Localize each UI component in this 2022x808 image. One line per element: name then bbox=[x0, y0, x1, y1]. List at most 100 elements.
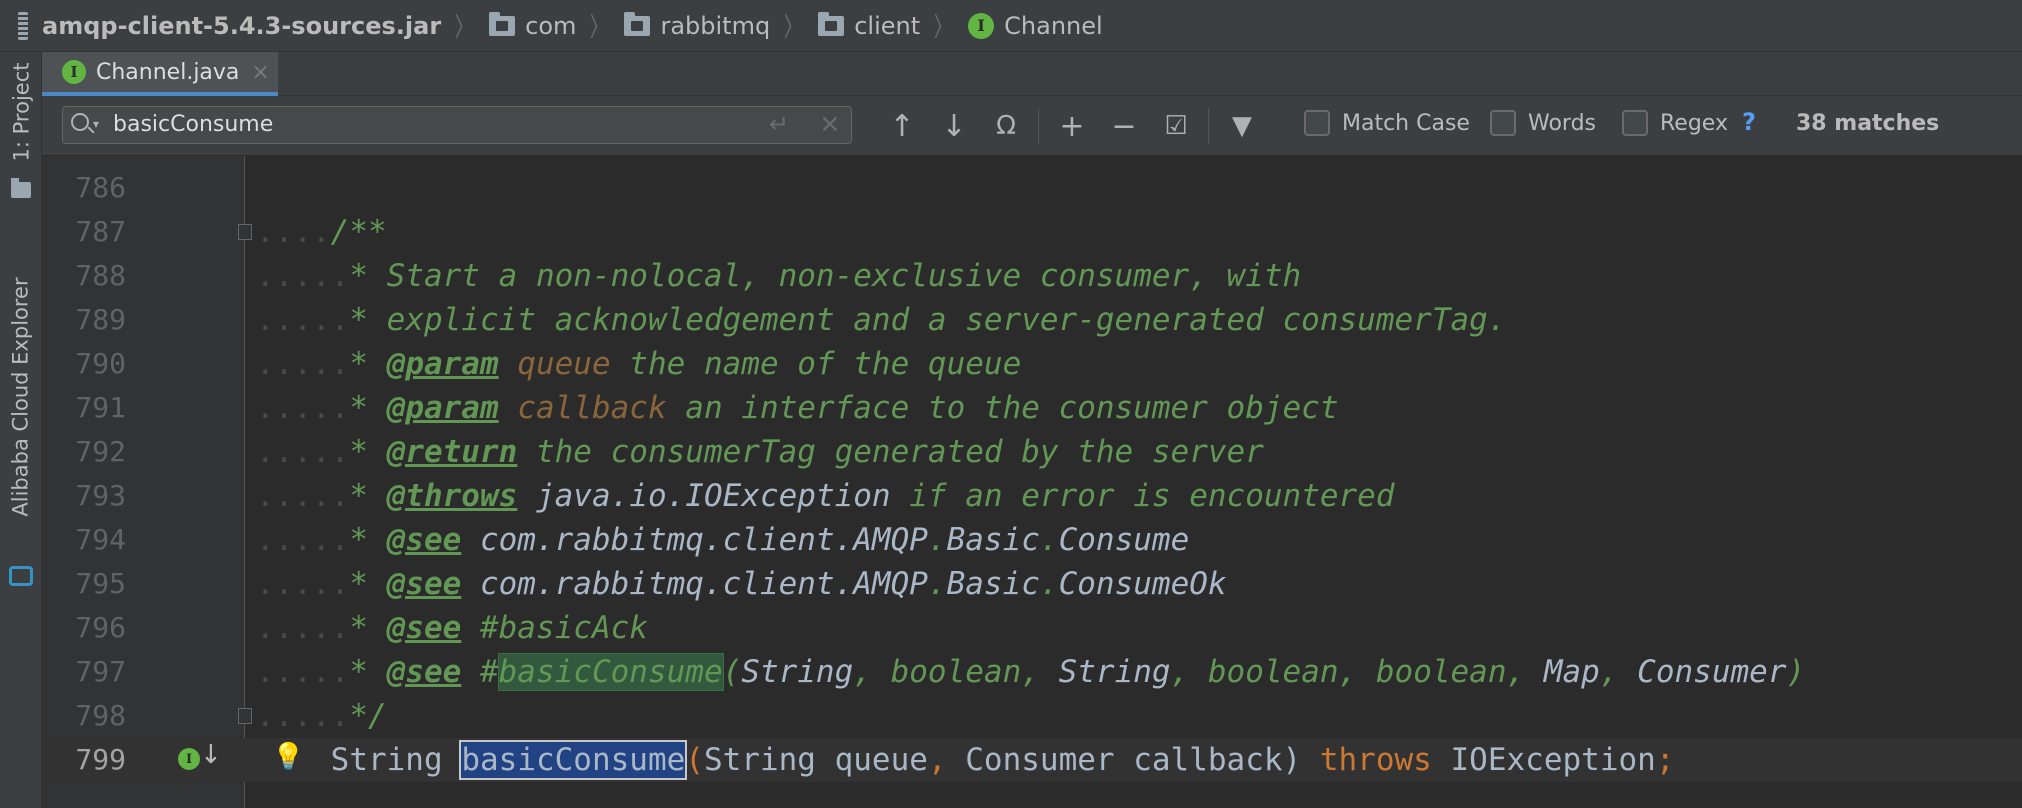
line-number[interactable]: 788 bbox=[42, 254, 126, 298]
tab-channel-java[interactable]: I Channel.java × bbox=[42, 52, 278, 96]
line-number[interactable]: 794 bbox=[42, 518, 126, 562]
code-line[interactable]: 795 .....* @see com.rabbitmq.client.AMQP.… bbox=[42, 562, 2022, 606]
search-input[interactable]: ▾ basicConsume ↵ × bbox=[62, 106, 852, 144]
close-icon[interactable]: × bbox=[251, 60, 269, 85]
line-number[interactable]: 798 bbox=[42, 694, 126, 738]
code-text[interactable]: .....* @see #basicConsume(String, boolea… bbox=[256, 650, 1805, 694]
project-folder-icon bbox=[11, 178, 31, 198]
code-text[interactable]: .....* @param callback an interface to t… bbox=[256, 386, 1339, 430]
code-token: the consumerTag generated by the server bbox=[517, 434, 1264, 470]
code-line[interactable]: 790 .....* @param queue the name of the q… bbox=[42, 342, 2022, 386]
code-token: * bbox=[349, 478, 387, 514]
regex-help-link[interactable]: ? bbox=[1742, 108, 1756, 136]
code-text[interactable]: .....* @see com.rabbitmq.client.AMQP.Bas… bbox=[256, 518, 1189, 562]
match-case-checkbox[interactable]: Match Case bbox=[1304, 110, 1470, 136]
search-history-dropdown-icon[interactable]: ▾ bbox=[93, 117, 99, 131]
toggle-occurrences-button[interactable]: ☑ bbox=[1156, 106, 1196, 146]
line-number[interactable]: 791 bbox=[42, 386, 126, 430]
search-query[interactable]: basicConsume bbox=[113, 112, 273, 137]
line-number[interactable]: 796 bbox=[42, 606, 126, 650]
whitespace-dots: .... bbox=[256, 214, 331, 250]
breadcrumb-rabbitmq[interactable]: rabbitmq bbox=[624, 11, 771, 40]
breadcrumb-label: rabbitmq bbox=[660, 11, 771, 40]
code-line[interactable]: 791 .....* @param callback an interface t… bbox=[42, 386, 2022, 430]
line-number[interactable]: 793 bbox=[42, 474, 126, 518]
code-line[interactable]: 787 ..../** bbox=[42, 210, 2022, 254]
line-number[interactable]: 795 bbox=[42, 562, 126, 606]
code-token: */ bbox=[349, 698, 387, 734]
code-line[interactable]: 788 .....* Start a non-nolocal, non-exclu… bbox=[42, 254, 2022, 298]
whitespace-dots: ..... bbox=[256, 610, 350, 646]
code-token: String bbox=[330, 742, 462, 778]
interface-icon: I bbox=[968, 12, 995, 39]
code-token: # bbox=[461, 654, 499, 690]
breadcrumb-client[interactable]: client bbox=[818, 11, 920, 40]
whitespace-dots: ..... bbox=[256, 258, 350, 294]
intention-bulb-icon[interactable]: 💡 bbox=[272, 742, 304, 772]
code-text[interactable]: .....* @throws java.io.IOException if an… bbox=[256, 474, 1395, 518]
code-token: java.io.IOException bbox=[535, 478, 891, 514]
regex-checkbox[interactable]: Regex bbox=[1622, 110, 1728, 136]
code-text[interactable]: String basicConsume(String queue, Consum… bbox=[256, 738, 1674, 782]
breadcrumb-jar[interactable]: amqp-client-5.4.3-sources.jar bbox=[18, 11, 441, 40]
new-line-icon[interactable]: ↵ bbox=[769, 110, 789, 138]
cloud-explorer-tool-tab[interactable]: Alibaba Cloud Explorer bbox=[0, 242, 42, 552]
line-number[interactable]: 797 bbox=[42, 650, 126, 694]
search-icon[interactable] bbox=[71, 113, 89, 131]
code-line[interactable]: 789 .....* explicit acknowledgement and a… bbox=[42, 298, 2022, 342]
code-token: * bbox=[349, 610, 387, 646]
code-token: Map bbox=[1543, 654, 1600, 690]
line-number[interactable]: 787 bbox=[42, 210, 126, 254]
line-number[interactable]: 799 bbox=[42, 738, 126, 782]
code-token: * bbox=[349, 390, 387, 426]
previous-occurrence-button[interactable]: ↑ bbox=[882, 106, 922, 146]
code-token: * Start a non-nolocal, non-exclusive con… bbox=[349, 258, 1302, 294]
line-number[interactable]: 792 bbox=[42, 430, 126, 474]
code-line[interactable]: 796 .....* @see #basicAck bbox=[42, 606, 2022, 650]
code-text[interactable]: .....*/ bbox=[256, 694, 387, 738]
line-number[interactable]: 790 bbox=[42, 342, 126, 386]
implemented-by-icon[interactable]: I bbox=[178, 748, 200, 770]
whitespace-dots: ..... bbox=[256, 522, 350, 558]
code-line[interactable]: 794 .....* @see com.rabbitmq.client.AMQP.… bbox=[42, 518, 2022, 562]
go-to-implementation-icon[interactable]: ↓ bbox=[200, 740, 222, 770]
code-line[interactable]: 786 bbox=[42, 166, 2022, 210]
code-line[interactable]: 793 .....* @throws java.io.IOException if… bbox=[42, 474, 2022, 518]
code-text[interactable]: ..../** bbox=[256, 210, 387, 254]
folder-icon bbox=[818, 11, 845, 36]
alibaba-cloud-icon bbox=[9, 566, 33, 586]
filter-icon[interactable]: ▼ bbox=[1220, 106, 1264, 146]
remove-occurrence-button[interactable]: − bbox=[1104, 106, 1144, 146]
fold-marker-icon[interactable] bbox=[238, 708, 252, 724]
code-text[interactable]: .....* @see #basicAck bbox=[256, 606, 648, 650]
clear-search-icon[interactable]: × bbox=[819, 109, 841, 139]
checkbox-box[interactable] bbox=[1490, 110, 1516, 136]
add-occurrence-button[interactable]: + bbox=[1052, 106, 1092, 146]
checkbox-box[interactable] bbox=[1304, 110, 1330, 136]
checkbox-box[interactable] bbox=[1622, 110, 1648, 136]
code-line[interactable]: 799 String basicConsume(String queue, Co… bbox=[42, 738, 2022, 782]
breadcrumb-com[interactable]: com bbox=[489, 11, 576, 40]
code-text[interactable]: .....* @see com.rabbitmq.client.AMQP.Bas… bbox=[256, 562, 1227, 606]
code-line[interactable]: 798 .....*/ bbox=[42, 694, 2022, 738]
code-line[interactable]: 797 .....* @see #basicConsume(String, boo… bbox=[42, 650, 2022, 694]
code-editor[interactable]: 786 787 ..../** 788 .....* Start a non-noloc… bbox=[42, 156, 2022, 808]
next-occurrence-button[interactable]: ↓ bbox=[934, 106, 974, 146]
breadcrumb-channel[interactable]: I Channel bbox=[968, 12, 1103, 40]
fold-marker-icon[interactable] bbox=[238, 224, 252, 240]
code-token: , boolean, bbox=[853, 654, 1059, 690]
code-text[interactable]: .....* explicit acknowledgement and a se… bbox=[256, 298, 1506, 342]
code-text[interactable]: .....* Start a non-nolocal, non-exclusiv… bbox=[256, 254, 1301, 298]
line-number[interactable]: 789 bbox=[42, 298, 126, 342]
words-checkbox[interactable]: Words bbox=[1490, 110, 1596, 136]
project-tool-tab[interactable]: 1: Project bbox=[0, 52, 42, 172]
code-token: queue bbox=[517, 346, 611, 382]
code-text[interactable]: .....* @return the consumerTag generated… bbox=[256, 430, 1264, 474]
search-match: basicConsume bbox=[459, 740, 688, 780]
code-text[interactable]: .....* @param queue the name of the queu… bbox=[256, 342, 1021, 386]
code-line[interactable]: 792 .....* @return the consumerTag genera… bbox=[42, 430, 2022, 474]
code-token: ) bbox=[1786, 654, 1806, 690]
select-all-occurrences-button[interactable]: Ω bbox=[986, 106, 1026, 146]
line-number[interactable]: 786 bbox=[42, 166, 126, 210]
